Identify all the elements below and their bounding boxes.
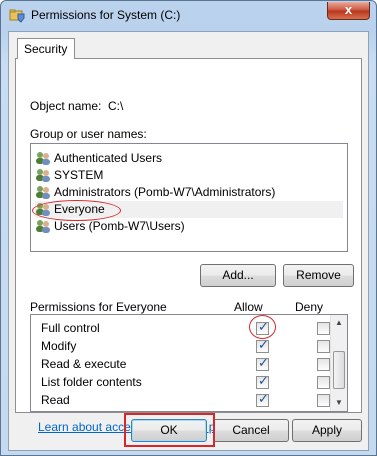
- list-item-label: Users (Pomb-W7\Users): [54, 219, 185, 233]
- users-icon: [36, 152, 50, 165]
- check-icon: ✓: [258, 355, 269, 370]
- scroll-up-icon[interactable]: ▲: [331, 315, 347, 331]
- close-icon: x: [344, 2, 353, 17]
- list-item[interactable]: SYSTEM: [35, 167, 343, 184]
- users-icon: [36, 203, 50, 216]
- list-item-selected[interactable]: Everyone: [35, 201, 343, 218]
- users-icon: [36, 220, 50, 233]
- check-icon: ✓: [258, 391, 269, 406]
- allow-checkbox[interactable]: ✓: [256, 319, 269, 335]
- tab-security[interactable]: Security: [17, 38, 75, 59]
- permissions-list[interactable]: Full control ✓ Modify ✓ Read & execute ✓…: [30, 314, 348, 412]
- deny-checkbox[interactable]: [317, 358, 330, 371]
- list-item-label: Everyone: [54, 202, 105, 216]
- permission-name: Read & execute: [41, 357, 127, 371]
- title-bar[interactable]: Permissions for System (C:) x: [1, 1, 376, 29]
- list-item-label: Administrators (Pomb-W7\Administrators): [54, 185, 276, 199]
- permission-row: List folder contents ✓: [31, 373, 331, 391]
- users-icon: [36, 169, 50, 182]
- permission-row: Read ✓: [31, 391, 331, 409]
- security-tab-page: Object name: C:\ Group or user names: Au…: [15, 58, 362, 434]
- list-item[interactable]: Administrators (Pomb-W7\Administrators): [35, 184, 343, 201]
- permissions-scrollbar[interactable]: ▲ ▼: [330, 315, 347, 411]
- deny-checkbox[interactable]: [317, 376, 330, 389]
- deny-checkbox[interactable]: [317, 340, 330, 353]
- list-item[interactable]: Users (Pomb-W7\Users): [35, 218, 343, 235]
- permission-name: Read: [41, 393, 70, 407]
- add-button[interactable]: Add...: [200, 264, 276, 287]
- allow-checkbox[interactable]: ✓: [256, 355, 269, 371]
- scroll-down-icon[interactable]: ▼: [331, 395, 347, 411]
- list-item[interactable]: Authenticated Users: [35, 150, 343, 167]
- permission-name: Full control: [41, 321, 100, 335]
- deny-checkbox[interactable]: [317, 394, 330, 407]
- folder-shield-icon: [9, 9, 25, 23]
- scroll-thumb[interactable]: [333, 351, 345, 389]
- allow-column-header: Allow: [234, 300, 263, 314]
- permission-name: Modify: [41, 339, 77, 353]
- dialog-body: Security Object name: C:\ Group or user …: [8, 31, 369, 451]
- check-icon: ✓: [258, 373, 269, 388]
- object-name-label: Object name:: [30, 99, 102, 113]
- permissions-label: Permissions for Everyone: [30, 300, 167, 314]
- ok-button[interactable]: OK: [131, 419, 207, 442]
- users-icon: [36, 186, 50, 199]
- window-title: Permissions for System (C:): [31, 8, 181, 22]
- cancel-button[interactable]: Cancel: [213, 419, 289, 442]
- group-names-label: Group or user names:: [30, 127, 147, 141]
- group-user-list[interactable]: Authenticated Users SYSTEM Administrator…: [30, 143, 348, 252]
- permissions-dialog: Permissions for System (C:) x Security O…: [0, 0, 377, 456]
- deny-checkbox[interactable]: [317, 322, 330, 335]
- remove-button[interactable]: Remove: [283, 264, 354, 287]
- close-button[interactable]: x: [327, 2, 370, 20]
- list-item-label: SYSTEM: [54, 168, 104, 182]
- apply-button[interactable]: Apply: [292, 419, 362, 442]
- allow-checkbox[interactable]: ✓: [256, 337, 269, 353]
- allow-checkbox[interactable]: ✓: [256, 391, 269, 407]
- check-icon: ✓: [258, 319, 269, 334]
- permission-row: Read & execute ✓: [31, 355, 331, 373]
- check-icon: ✓: [258, 337, 269, 352]
- allow-checkbox[interactable]: ✓: [256, 373, 269, 389]
- permission-name: List folder contents: [41, 375, 142, 389]
- deny-column-header: Deny: [295, 300, 324, 314]
- permission-row: Full control ✓: [31, 319, 331, 337]
- object-name-value: C:\: [108, 99, 124, 113]
- list-item-label: Authenticated Users: [54, 151, 163, 165]
- permission-row: Modify ✓: [31, 337, 331, 355]
